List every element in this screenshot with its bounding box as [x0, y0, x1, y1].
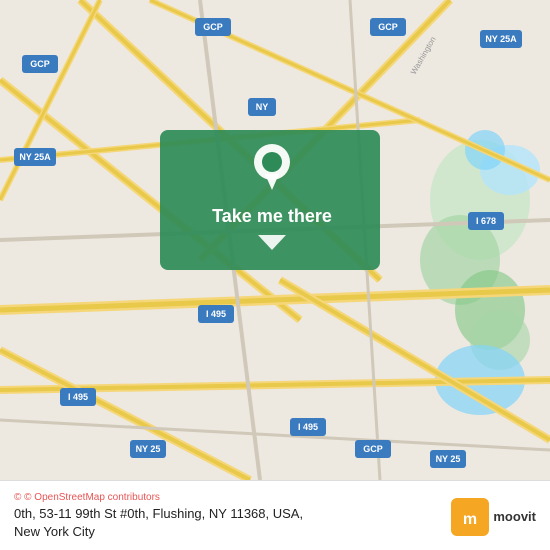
svg-text:GCP: GCP — [363, 444, 383, 454]
svg-text:GCP: GCP — [203, 22, 223, 32]
svg-text:I 678: I 678 — [476, 216, 496, 226]
osm-copyright-icon: © — [14, 492, 21, 503]
osm-attribution: © © OpenStreetMap contributors — [14, 492, 451, 503]
svg-text:NY 25A: NY 25A — [19, 152, 51, 162]
moovit-logo[interactable]: m moovit — [451, 498, 536, 536]
svg-text:GCP: GCP — [30, 59, 50, 69]
bottom-bar: © © OpenStreetMap contributors 0th, 53-1… — [0, 480, 550, 550]
svg-text:NY 25: NY 25 — [436, 454, 461, 464]
address-line1: 0th, 53-11 99th St #0th, Flushing, NY 11… — [14, 506, 303, 521]
map-container: GCP GCP GCP NY 25A NY 25A NY I 678 I 495… — [0, 0, 550, 480]
osm-link[interactable]: © OpenStreetMap contributors — [24, 492, 160, 503]
address-line2: New York City — [14, 524, 95, 539]
moovit-text: moovit — [493, 509, 536, 524]
address-text: 0th, 53-11 99th St #0th, Flushing, NY 11… — [14, 505, 451, 541]
svg-text:NY: NY — [256, 102, 269, 112]
bottom-left: © © OpenStreetMap contributors 0th, 53-1… — [14, 492, 451, 541]
svg-text:I 495: I 495 — [68, 392, 88, 402]
svg-text:m: m — [463, 511, 477, 528]
svg-text:NY 25A: NY 25A — [485, 34, 517, 44]
svg-text:I 495: I 495 — [298, 422, 318, 432]
moovit-icon: m — [451, 498, 489, 536]
svg-text:NY 25: NY 25 — [136, 444, 161, 454]
svg-text:GCP: GCP — [378, 22, 398, 32]
svg-text:I 495: I 495 — [206, 309, 226, 319]
map-svg: GCP GCP GCP NY 25A NY 25A NY I 678 I 495… — [0, 0, 550, 480]
svg-text:Take me there: Take me there — [212, 206, 332, 226]
